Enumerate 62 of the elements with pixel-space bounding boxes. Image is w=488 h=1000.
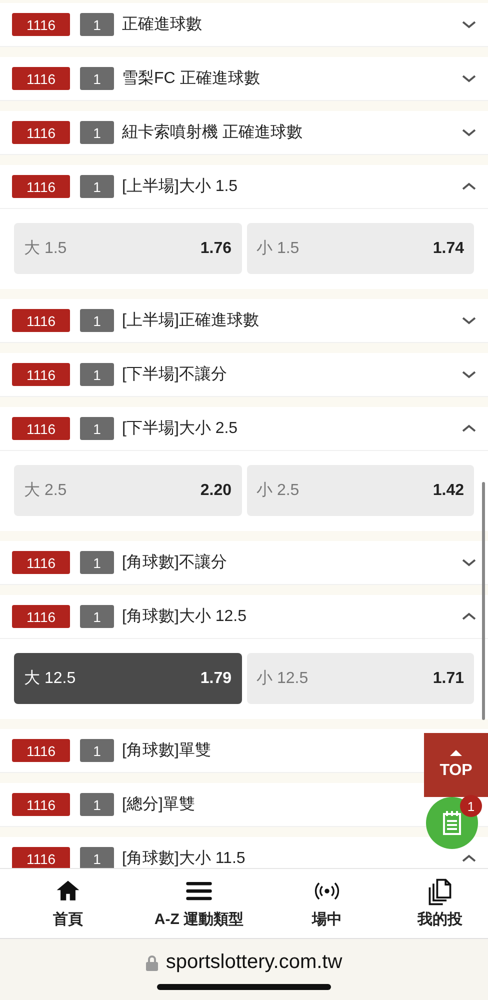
- number-badge: 1: [80, 793, 114, 816]
- lock-icon: [146, 955, 158, 971]
- number-badge: 1: [80, 175, 114, 198]
- nav-tab[interactable]: A-Z 運動類型: [136, 869, 262, 938]
- code-badge: 1116: [12, 363, 70, 386]
- chevron-down-icon[interactable]: [462, 558, 476, 567]
- chevron-down-icon[interactable]: [462, 128, 476, 137]
- market-title: [下半場]不讓分: [122, 364, 227, 385]
- market-title: [上半場]正確進球數: [122, 310, 259, 331]
- code-badge: 1116: [12, 13, 70, 36]
- top-button[interactable]: TOP: [424, 733, 488, 797]
- documents-icon: [426, 878, 454, 906]
- number-badge: 1: [80, 13, 114, 36]
- nav-tab[interactable]: 場中: [262, 869, 392, 938]
- chevron-up-icon[interactable]: [462, 182, 476, 191]
- market-title: [總分]單雙: [122, 795, 195, 815]
- chevron-down-icon[interactable]: [462, 316, 476, 325]
- caret-up-icon: [450, 750, 462, 756]
- chevron-up-icon[interactable]: [462, 424, 476, 433]
- market-title: 紐卡索噴射機 正確進球數: [122, 122, 302, 143]
- number-badge: 1: [80, 309, 114, 332]
- market-title: [下半場]大小 2.5: [122, 418, 238, 439]
- number-badge: 1: [80, 121, 114, 144]
- code-badge: 1116: [12, 175, 70, 198]
- url-text: sportslottery.com.tw: [166, 951, 342, 974]
- code-badge: 1116: [12, 121, 70, 144]
- number-badge: 1: [80, 363, 114, 386]
- nav-tab[interactable]: 首頁: [0, 869, 136, 938]
- chevron-up-icon[interactable]: [462, 854, 476, 863]
- odds-button[interactable]: 大 12.5 1.79: [14, 653, 242, 704]
- code-badge: 1116: [12, 309, 70, 332]
- number-badge: 1: [80, 739, 114, 762]
- code-badge: 1116: [12, 793, 70, 816]
- market-title: 雪梨FC 正確進球數: [122, 68, 260, 89]
- number-badge: 1: [80, 847, 114, 868]
- odds-button[interactable]: 大 2.5 2.20: [14, 465, 242, 516]
- market-title: [角球數]大小 12.5: [122, 606, 246, 627]
- market-title: [角球數]大小 11.5: [122, 848, 246, 868]
- code-badge: 1116: [12, 739, 70, 762]
- chevron-down-icon[interactable]: [462, 370, 476, 379]
- number-badge: 1: [80, 551, 114, 574]
- code-badge: 1116: [12, 847, 70, 868]
- market-title: [角球數]單雙: [122, 740, 211, 761]
- chevron-down-icon[interactable]: [462, 20, 476, 29]
- market-title: [上半場]大小 1.5: [122, 176, 238, 197]
- market-title: [角球數]不讓分: [122, 552, 227, 573]
- number-badge: 1: [80, 605, 114, 628]
- chevron-up-icon[interactable]: [462, 612, 476, 621]
- market-title: 正確進球數: [122, 14, 202, 35]
- odds-button[interactable]: 小 1.5 1.74: [246, 223, 474, 274]
- chevron-down-icon[interactable]: [462, 74, 476, 83]
- odds-button[interactable]: 大 1.5 1.76: [14, 223, 242, 274]
- number-badge: 1: [80, 67, 114, 90]
- odds-button[interactable]: 小 2.5 1.42: [246, 465, 474, 516]
- code-badge: 1116: [12, 417, 70, 440]
- code-badge: 1116: [12, 67, 70, 90]
- code-badge: 1116: [12, 551, 70, 574]
- code-badge: 1116: [12, 605, 70, 628]
- notepad-icon: [442, 810, 462, 836]
- odds-button[interactable]: 小 12.5 1.71: [246, 653, 474, 704]
- nav-tab[interactable]: 我的投: [392, 869, 488, 938]
- number-badge: 1: [80, 417, 114, 440]
